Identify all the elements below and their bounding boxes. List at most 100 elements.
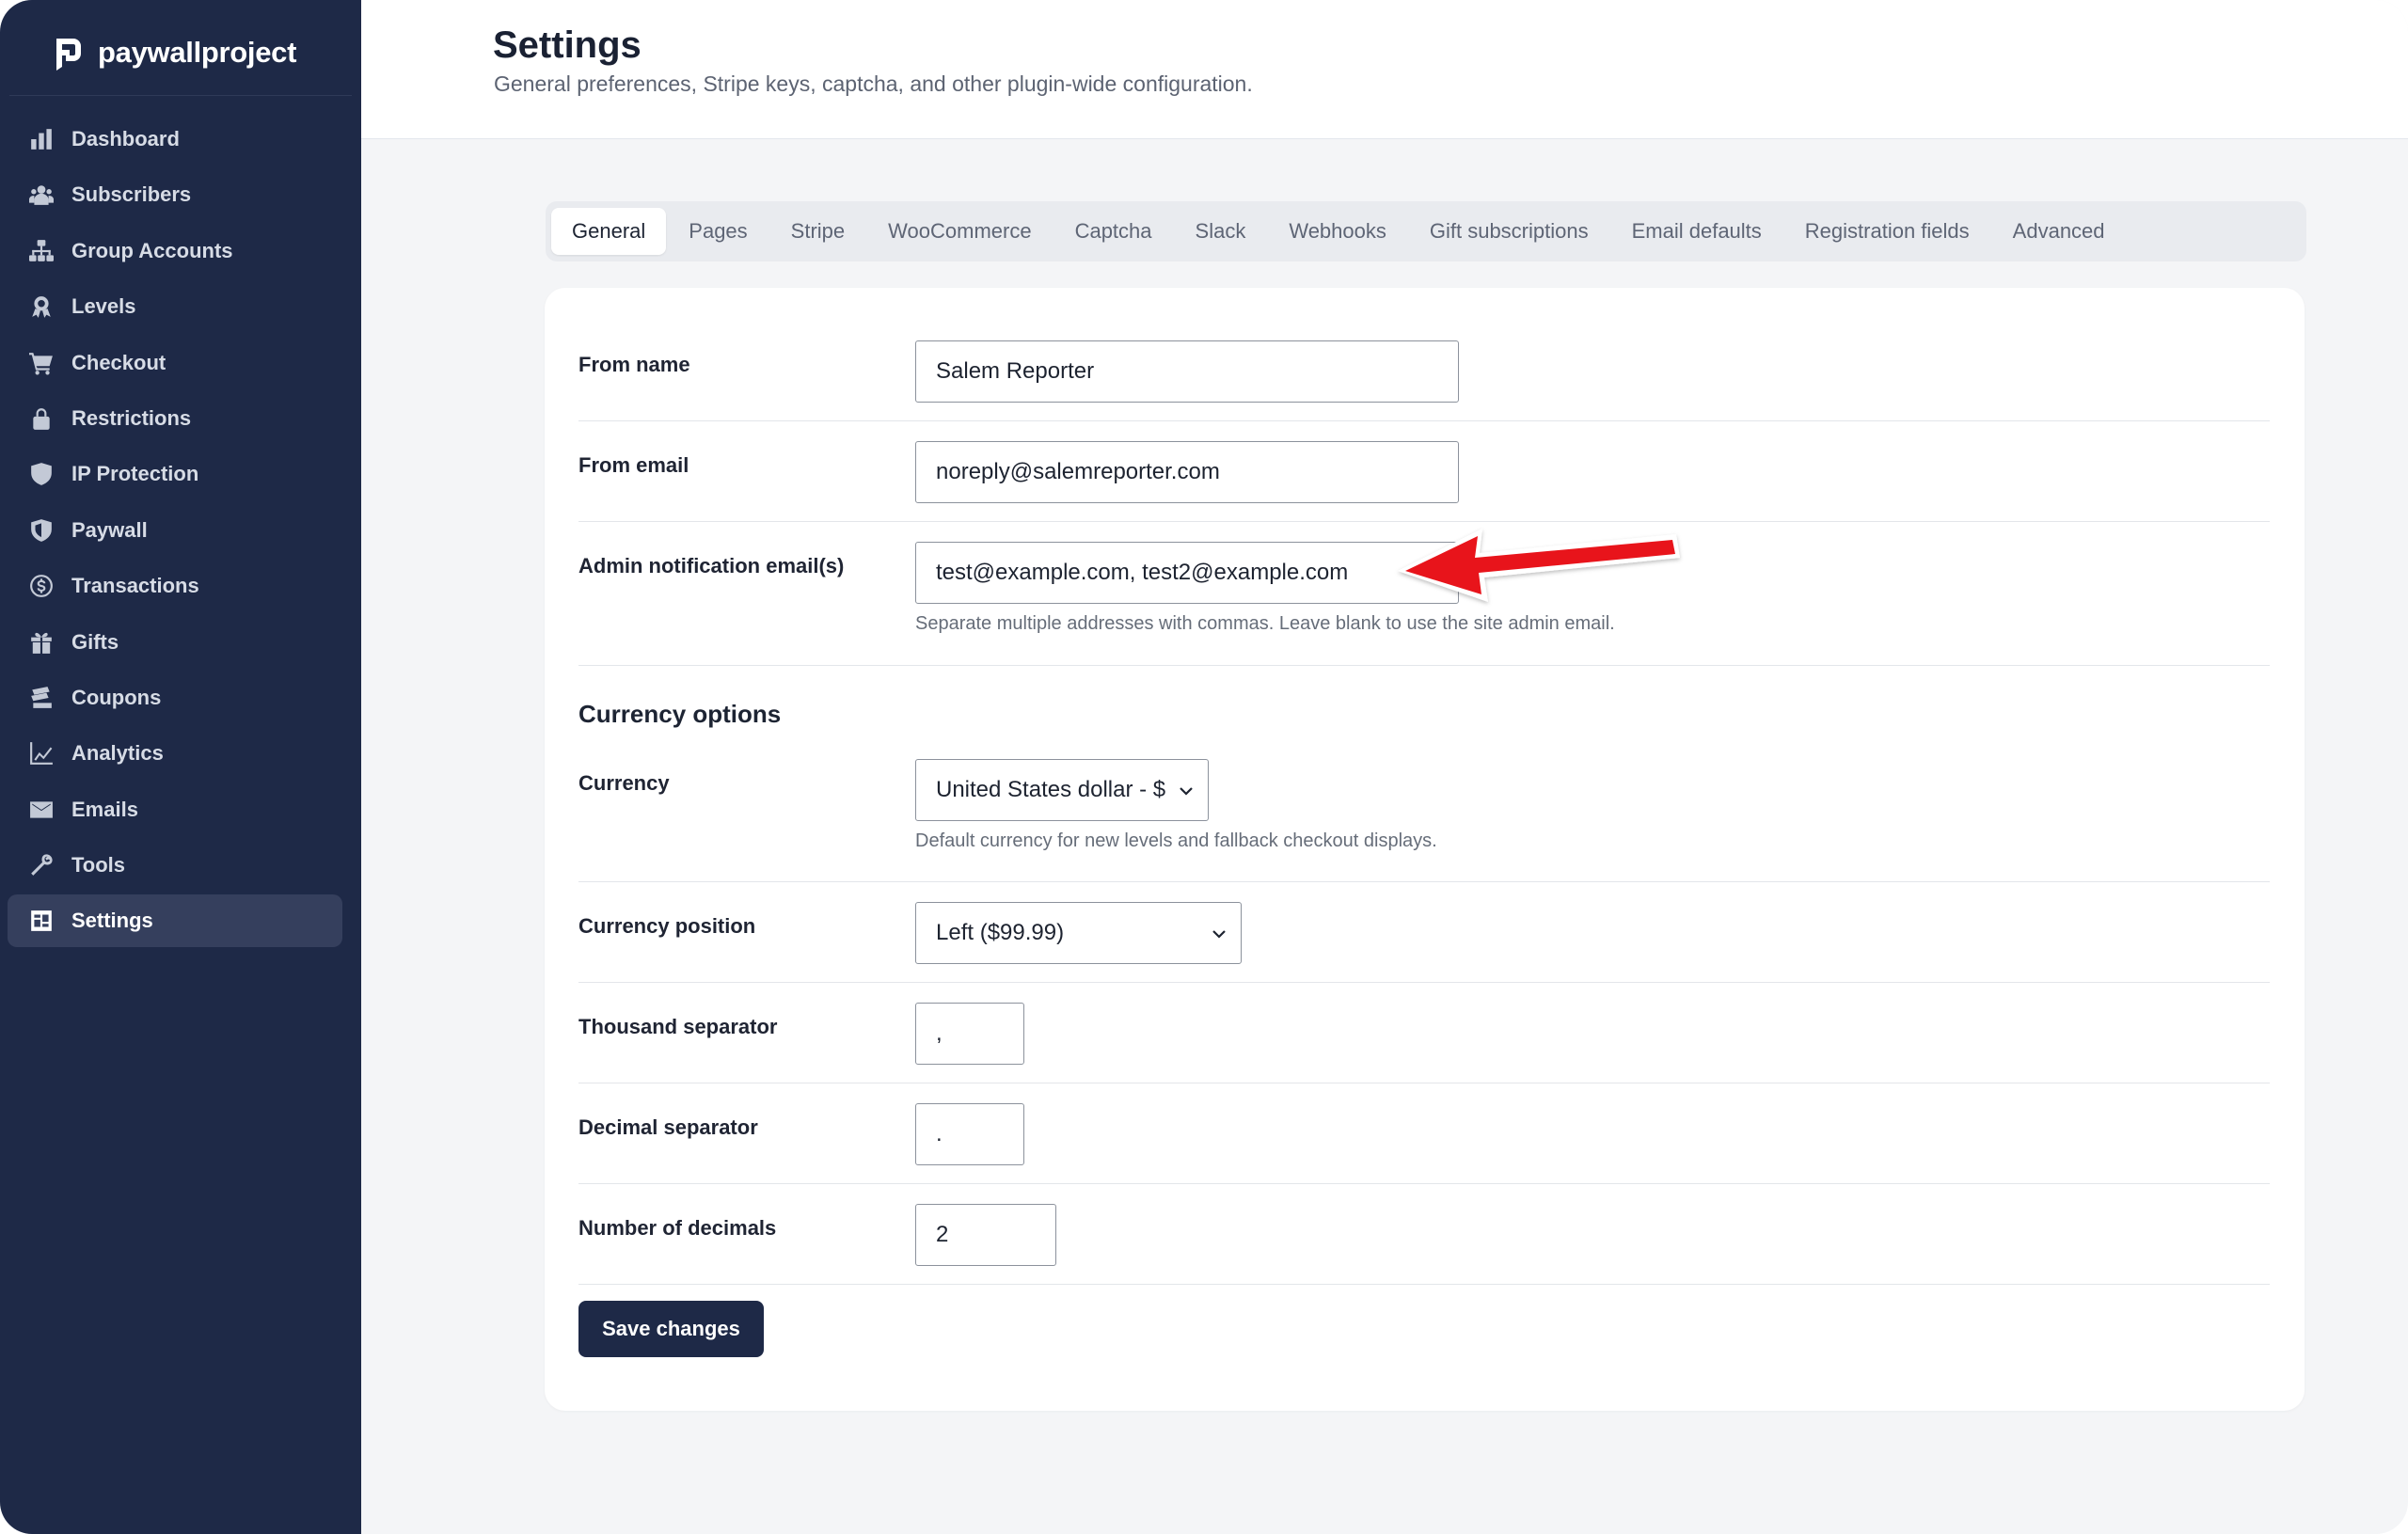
sidebar-item-settings[interactable]: Settings <box>8 894 342 948</box>
currency-select[interactable]: United States dollar - $ <box>915 759 1209 821</box>
envelope-icon <box>28 797 55 823</box>
currency-position-label: Currency position <box>578 914 756 938</box>
sidebar-item-coupons[interactable]: Coupons <box>8 672 342 724</box>
from-email-label: From email <box>578 453 689 477</box>
sidebar-item-restrictions[interactable]: Restrictions <box>8 392 342 445</box>
from-email-input[interactable]: noreply@salemreporter.com <box>915 441 1459 503</box>
sidebar-item-paywall[interactable]: Paywall <box>8 504 342 557</box>
sidebar-item-label: Group Accounts <box>71 238 233 262</box>
sidebar-item-tools[interactable]: Tools <box>8 839 342 892</box>
tab-advanced[interactable]: Advanced <box>1992 208 2126 255</box>
tab-slack[interactable]: Slack <box>1175 208 1267 255</box>
sidebar-item-checkout[interactable]: Checkout <box>8 337 342 389</box>
thousand-separator-row: Thousand separator , <box>578 983 2270 1083</box>
currency-row: Currency United States dollar - $ Defaul… <box>578 739 2270 882</box>
decimals-label: Number of decimals <box>578 1216 777 1240</box>
currency-select-value: United States dollar - $ <box>936 777 1166 802</box>
admin-emails-label: Admin notification email(s) <box>578 554 845 577</box>
sidebar-item-transactions[interactable]: Transactions <box>8 560 342 612</box>
tab-captcha[interactable]: Captcha <box>1054 208 1173 255</box>
sidebar-nav: Dashboard Subscribers Group Accounts Lev… <box>8 113 342 951</box>
sidebar-item-label: Checkout <box>71 350 166 374</box>
sidebar-item-label: IP Protection <box>71 462 199 486</box>
tab-registration-fields[interactable]: Registration fields <box>1784 208 1990 255</box>
page-header: Settings General preferences, Stripe key… <box>361 0 2408 139</box>
currency-help: Default currency for new levels and fall… <box>915 830 1437 851</box>
decimal-separator-label: Decimal separator <box>578 1115 758 1139</box>
sidebar-item-label: Tools <box>71 853 126 878</box>
tab-gift-subscriptions[interactable]: Gift subscriptions <box>1409 208 1609 255</box>
tab-webhooks[interactable]: Webhooks <box>1268 208 1407 255</box>
sidebar: paywallproject Dashboard Subscribers Gro… <box>0 0 361 1534</box>
decimals-input[interactable]: 2 <box>915 1204 1056 1266</box>
lock-icon <box>28 405 55 432</box>
cart-icon <box>28 350 55 376</box>
line-chart-icon <box>28 740 55 767</box>
thousand-separator-label: Thousand separator <box>578 1015 778 1038</box>
thousand-separator-input[interactable]: , <box>915 1003 1024 1065</box>
sidebar-item-gifts[interactable]: Gifts <box>8 616 342 669</box>
sidebar-item-ip-protection[interactable]: IP Protection <box>8 448 342 500</box>
paywallproject-logo-icon <box>56 39 81 71</box>
tab-stripe[interactable]: Stripe <box>770 208 865 255</box>
dollar-circle-icon <box>28 573 55 599</box>
sidebar-item-label: Subscribers <box>71 182 192 207</box>
currency-position-row: Currency position Left ($99.99) <box>578 882 2270 983</box>
bar-chart-icon <box>28 126 55 152</box>
sidebar-item-label: Restrictions <box>71 405 192 430</box>
tab-pages[interactable]: Pages <box>668 208 768 255</box>
sidebar-item-label: Transactions <box>71 574 199 598</box>
sidebar-item-label: Emails <box>71 797 138 821</box>
settings-card: From name Salem Reporter From email nore… <box>545 288 2305 1411</box>
gift-icon <box>28 629 55 656</box>
currency-label: Currency <box>578 771 670 795</box>
sitemap-icon <box>28 238 55 264</box>
tab-woocommerce[interactable]: WooCommerce <box>867 208 1052 255</box>
from-name-row: From name Salem Reporter <box>578 288 2270 421</box>
wrench-icon <box>28 852 55 878</box>
admin-emails-help: Separate multiple addresses with commas.… <box>915 613 1615 634</box>
app-window: paywallproject Dashboard Subscribers Gro… <box>0 0 2408 1534</box>
from-email-row: From email noreply@salemreporter.com <box>578 421 2270 522</box>
save-changes-button[interactable]: Save changes <box>578 1301 764 1357</box>
sidebar-item-dashboard[interactable]: Dashboard <box>8 113 342 166</box>
users-icon <box>28 182 55 208</box>
sidebar-item-label: Levels <box>71 294 136 319</box>
shield-icon <box>28 461 55 487</box>
from-name-label: From name <box>578 353 690 376</box>
tab-general[interactable]: General <box>551 208 667 255</box>
shield-lock-icon <box>28 517 55 544</box>
sidebar-item-emails[interactable]: Emails <box>8 783 342 836</box>
settings-icon <box>28 908 55 934</box>
sidebar-item-label: Gifts <box>71 629 119 654</box>
settings-tabs: General Pages Stripe WooCommerce Captcha… <box>546 201 2306 261</box>
chevron-down-icon <box>1180 787 1193 796</box>
sidebar-item-label: Settings <box>71 909 153 933</box>
page-subtitle: General preferences, Stripe keys, captch… <box>494 71 1253 96</box>
annotation-arrow-icon <box>1398 529 1680 602</box>
sidebar-item-subscribers[interactable]: Subscribers <box>8 168 342 221</box>
currency-position-value: Left ($99.99) <box>936 920 1065 945</box>
decimal-separator-input[interactable]: . <box>915 1103 1024 1165</box>
sidebar-item-group-accounts[interactable]: Group Accounts <box>8 225 342 277</box>
decimals-row: Number of decimals 2 <box>578 1184 2270 1285</box>
currency-position-select[interactable]: Left ($99.99) <box>915 902 1242 964</box>
from-name-input[interactable]: Salem Reporter <box>915 340 1459 403</box>
sidebar-item-label: Analytics <box>71 741 164 766</box>
sidebar-divider <box>9 95 352 96</box>
brand-name: paywallproject <box>98 36 297 69</box>
coupons-icon <box>28 685 55 711</box>
sidebar-item-label: Dashboard <box>71 127 180 150</box>
sidebar-item-analytics[interactable]: Analytics <box>8 727 342 780</box>
chevron-down-icon <box>1212 930 1226 939</box>
sidebar-item-label: Coupons <box>71 685 162 709</box>
sidebar-item-label: Paywall <box>71 517 148 542</box>
page-title: Settings <box>493 24 642 66</box>
tab-email-defaults[interactable]: Email defaults <box>1611 208 1782 255</box>
admin-emails-input[interactable]: test@example.com, test2@example.com <box>915 542 1459 604</box>
award-icon <box>28 293 55 320</box>
brand-logo[interactable]: paywallproject <box>49 32 296 73</box>
decimal-separator-row: Decimal separator . <box>578 1083 2270 1184</box>
sidebar-item-levels[interactable]: Levels <box>8 280 342 333</box>
currency-section-title: Currency options <box>578 700 782 728</box>
